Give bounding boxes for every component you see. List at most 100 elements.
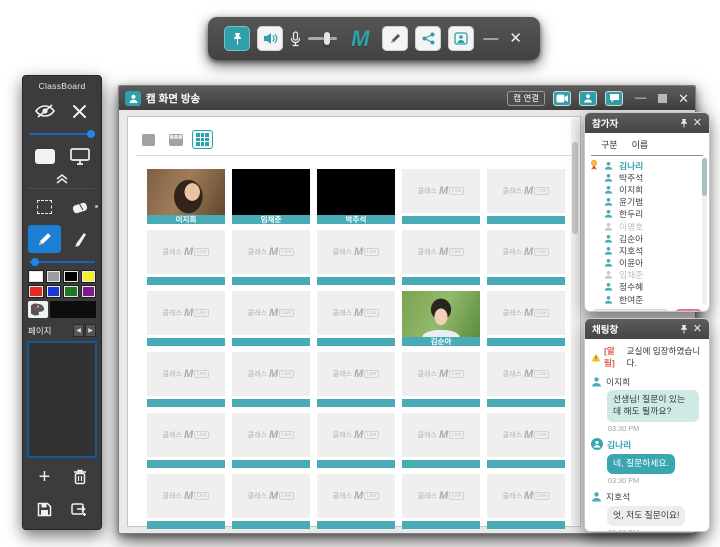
participant-row[interactable]: 정수혜 — [589, 281, 709, 293]
slider-thumb[interactable] — [31, 258, 39, 266]
next-page-button[interactable]: ▶ — [85, 324, 96, 337]
webcam-tile[interactable]: 클래스MLive — [317, 230, 395, 285]
participant-row[interactable]: 박주석 — [589, 171, 709, 183]
participants-header[interactable]: 참가자 ✕ — [585, 113, 709, 133]
pin-icon[interactable] — [680, 118, 688, 128]
speaker-button[interactable] — [257, 26, 283, 51]
participant-row[interactable]: 한여준 — [589, 293, 709, 305]
camera-toggle-button[interactable] — [553, 91, 571, 106]
participants-toggle-button[interactable] — [579, 91, 597, 106]
scrollbar-thumb[interactable] — [702, 158, 707, 196]
webcam-tile[interactable]: 클래스MLive — [232, 230, 310, 285]
webcam-tile[interactable]: 클래스MLive — [487, 413, 565, 468]
collapse-button[interactable] — [27, 172, 97, 189]
webcam-tile[interactable]: 클래스MLive — [147, 291, 225, 346]
eraser-tool-button[interactable] — [63, 193, 96, 221]
screen-mode-button[interactable] — [63, 142, 96, 170]
participant-row[interactable]: 이지희 — [589, 183, 709, 195]
color-swatch[interactable] — [46, 285, 62, 298]
color-swatch[interactable] — [81, 270, 97, 283]
view-single-button[interactable] — [138, 130, 159, 149]
toolbar-close-button[interactable]: ✕ — [507, 31, 524, 46]
mic-volume-thumb[interactable] — [324, 32, 330, 45]
prev-page-button[interactable]: ◀ — [73, 324, 84, 337]
webcam-tile[interactable]: 클래스MLive — [487, 474, 565, 529]
color-swatch[interactable] — [63, 270, 79, 283]
window-maximize-button[interactable] — [658, 94, 667, 103]
webcam-tile[interactable]: 클래스MLive — [402, 169, 480, 224]
webcam-tile[interactable]: 클래스MLive — [147, 413, 225, 468]
color-swatch[interactable] — [28, 285, 44, 298]
toolbar-minimize-button[interactable]: — — [481, 31, 500, 46]
webcam-tile[interactable]: 클래스MLive — [487, 291, 565, 346]
participant-row[interactable]: 이윤아 — [589, 257, 709, 269]
webcam-tile[interactable]: 클래스MLive — [232, 413, 310, 468]
webcam-tile[interactable]: 이지희 — [147, 169, 225, 224]
opacity-slider[interactable] — [29, 129, 95, 138]
participant-search-input[interactable] — [591, 309, 670, 312]
export-button[interactable] — [63, 495, 96, 523]
pin-icon[interactable] — [680, 324, 688, 334]
save-button[interactable] — [28, 495, 61, 523]
webcam-tile[interactable]: 클래스MLive — [317, 474, 395, 529]
webcam-tile[interactable]: 박주석 — [317, 169, 395, 224]
pen-tool-button[interactable] — [63, 225, 96, 253]
pin-button[interactable] — [224, 26, 250, 51]
participant-row[interactable]: 김순아 — [589, 232, 709, 244]
classboard-close-button[interactable] — [63, 97, 96, 125]
webcam-tile[interactable]: 클래스MLive — [317, 291, 395, 346]
cam-connect-button[interactable]: 캠 연결 — [507, 91, 545, 106]
participant-row[interactable]: 임채준 — [589, 269, 709, 281]
chat-toggle-button[interactable] — [605, 91, 623, 106]
webcam-tile[interactable]: 클래스MLive — [317, 352, 395, 407]
participant-row[interactable]: 윤기범 — [589, 196, 709, 208]
cam-screen-button[interactable] — [448, 26, 474, 51]
custom-color-button[interactable] — [28, 301, 48, 318]
webcam-tile[interactable]: 클래스MLive — [487, 230, 565, 285]
eraser-options-dot[interactable] — [95, 205, 98, 208]
view-presenter-button[interactable] — [165, 130, 186, 149]
slider-thumb[interactable] — [87, 130, 95, 138]
webcam-tile[interactable]: 클래스MLive — [147, 230, 225, 285]
grid-scrollbar[interactable] — [571, 118, 579, 525]
color-swatch[interactable] — [28, 270, 44, 283]
webcam-tile[interactable]: 클래스MLive — [402, 474, 480, 529]
search-button[interactable]: 검색 — [674, 309, 703, 312]
window-close-button[interactable]: ✕ — [678, 92, 689, 105]
stroke-width-slider[interactable] — [29, 257, 95, 266]
webcam-tile[interactable]: 클래스MLive — [402, 352, 480, 407]
participant-row[interactable]: 한두리 — [589, 208, 709, 220]
webcam-tile[interactable]: 클래스MLive — [402, 413, 480, 468]
draw-button[interactable] — [382, 26, 408, 51]
webcam-tile[interactable]: 임채준 — [232, 169, 310, 224]
hide-board-button[interactable] — [28, 97, 61, 125]
view-grid-button[interactable] — [192, 130, 213, 149]
participants-scrollbar[interactable] — [702, 158, 707, 305]
webcam-tile[interactable]: 클래스MLive — [402, 230, 480, 285]
webcam-tile[interactable]: 클래스MLive — [147, 352, 225, 407]
webcam-tile[interactable]: 김순아 — [402, 291, 480, 346]
webcam-tile[interactable]: 클래스MLive — [232, 474, 310, 529]
participant-row[interactable]: 지호석 — [589, 244, 709, 256]
share-button[interactable] — [415, 26, 441, 51]
chat-close-button[interactable]: ✕ — [693, 324, 702, 335]
webcam-tile[interactable]: 클래스MLive — [232, 291, 310, 346]
window-titlebar[interactable]: 캠 화면 방송 캠 연결 — ✕ — [119, 86, 695, 110]
delete-page-button[interactable] — [63, 463, 96, 491]
color-swatch[interactable] — [46, 270, 62, 283]
webcam-tile[interactable]: 클래스MLive — [232, 352, 310, 407]
webcam-tile[interactable]: 클래스MLive — [487, 169, 565, 224]
scrollbar-thumb[interactable] — [572, 142, 578, 234]
webcam-tile[interactable]: 클래스MLive — [147, 474, 225, 529]
participants-close-button[interactable]: ✕ — [693, 118, 702, 129]
window-minimize-button[interactable]: — — [635, 93, 646, 104]
webcam-tile[interactable]: 클래스MLive — [487, 352, 565, 407]
select-tool-button[interactable] — [28, 193, 61, 221]
color-swatch[interactable] — [63, 285, 79, 298]
participant-row[interactable]: 이영호 — [589, 220, 709, 232]
color-swatch[interactable] — [81, 285, 97, 298]
add-page-button[interactable]: + — [28, 463, 61, 491]
whiteboard-mode-button[interactable] — [28, 142, 61, 170]
webcam-tile[interactable]: 클래스MLive — [317, 413, 395, 468]
participant-row[interactable]: 김나리 — [589, 159, 709, 171]
